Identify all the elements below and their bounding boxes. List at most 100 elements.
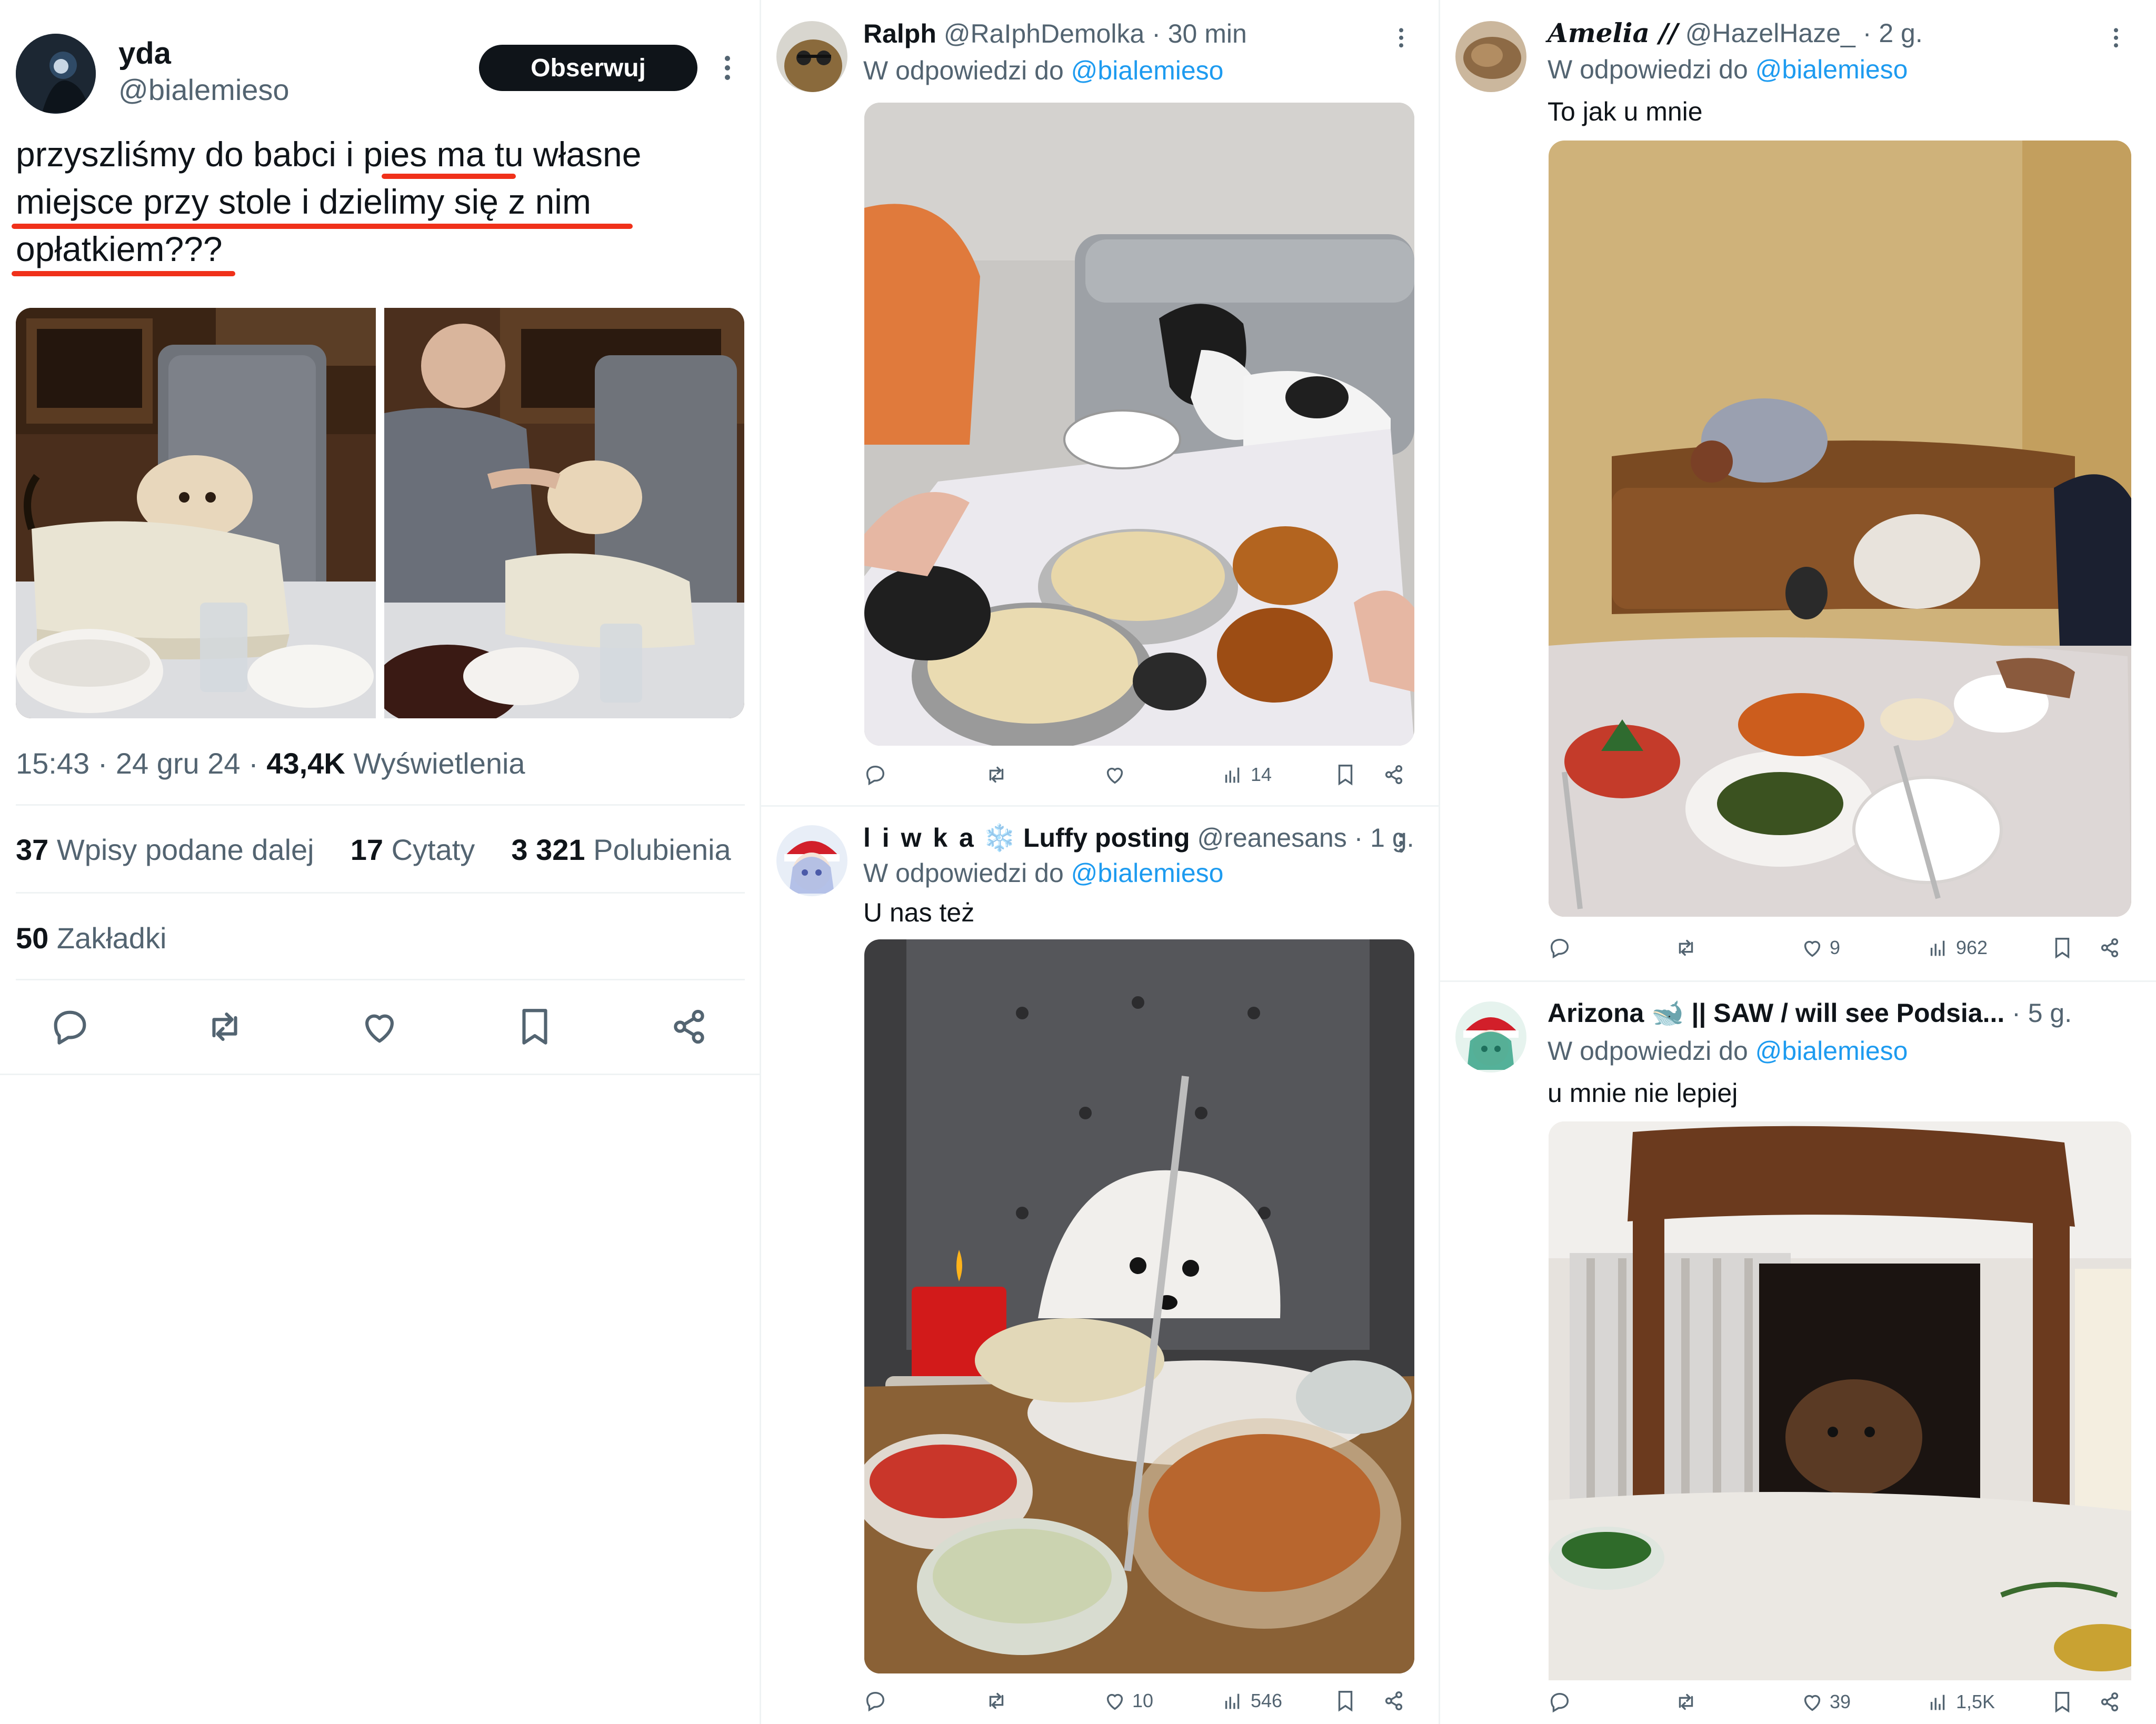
like-icon[interactable] <box>358 1005 401 1048</box>
views-count: 546 <box>1251 1690 1283 1711</box>
main-tweet: yda @bialemieso Obserwuj przyszliśmy do … <box>0 0 761 1724</box>
reply-header: l i w k a ❄️ Luffy posting @reanesans · … <box>863 823 1414 853</box>
follow-button[interactable]: Obserwuj <box>479 45 697 91</box>
bookmark-icon[interactable] <box>1333 1685 1358 1717</box>
divider <box>16 804 745 806</box>
bookmark-icon[interactable] <box>1333 759 1358 790</box>
reply-context: W odpowiedzi do @bialemieso <box>1548 55 1908 84</box>
like-icon[interactable] <box>1103 759 1132 790</box>
snowflake-icon: ❄️ <box>983 823 1016 853</box>
share-icon[interactable] <box>1382 759 1406 790</box>
reply-author-handle[interactable]: @RaIphDemolka <box>944 19 1144 48</box>
views-icon[interactable]: 1,5K <box>1927 1686 1995 1718</box>
divider <box>16 892 745 894</box>
replies-column-3: Amelia // @HazelHaze_ · 2 g. W odpowiedz… <box>1440 0 2156 1724</box>
like-icon[interactable]: 10 <box>1103 1685 1153 1717</box>
reply-text: To jak u mnie <box>1548 97 1703 126</box>
author-name[interactable]: yda <box>118 36 171 71</box>
reply-tweet-arizona[interactable]: Arizona 🐋 || SAW / will see Podsia... · … <box>1440 980 2156 1724</box>
reply-avatar[interactable] <box>776 825 847 896</box>
like-count: 39 <box>1830 1691 1851 1712</box>
tweet-photo-dog-at-table[interactable] <box>16 308 376 718</box>
reply-icon[interactable] <box>1548 932 1572 964</box>
reply-avatar[interactable] <box>776 21 847 92</box>
reply-avatar[interactable] <box>1455 1001 1526 1073</box>
engagement-stats: 37 Wpisy podane dalej 17 Cytaty 3 321 Po… <box>16 833 731 867</box>
reply-to-link[interactable]: @bialemieso <box>1755 1036 1908 1066</box>
bookmarks-stat[interactable]: 50 Zakładki <box>16 921 166 955</box>
reply-author-name[interactable]: l i w k a <box>863 823 976 853</box>
views-label: Wyświetlenia <box>353 747 525 780</box>
views-icon[interactable]: 14 <box>1221 759 1272 790</box>
reply-time[interactable]: 2 g. <box>1879 18 1922 48</box>
more-options-icon[interactable] <box>1398 28 1404 51</box>
reposts-stat[interactable]: 37 Wpisy podane dalej <box>16 833 314 866</box>
reply-to-link[interactable]: @bialemieso <box>1071 56 1224 85</box>
reply-action-bar: 14 <box>863 759 1416 790</box>
reply-action-bar: 10 546 <box>863 1685 1416 1717</box>
share-icon[interactable] <box>2098 932 2122 964</box>
tweet-date[interactable]: 24 gru 24 <box>116 747 241 780</box>
reply-time[interactable]: 5 g. <box>2028 998 2072 1028</box>
reply-header: Arizona 🐋 || SAW / will see Podsia... · … <box>1548 998 2072 1028</box>
more-options-icon[interactable] <box>724 56 731 84</box>
repost-icon[interactable] <box>984 759 1009 790</box>
share-icon[interactable] <box>2098 1686 2122 1718</box>
reply-context: W odpowiedzi do @bialemieso <box>863 56 1224 85</box>
reply-author-name[interactable]: Arizona <box>1548 998 1644 1028</box>
reply-icon[interactable] <box>1548 1686 1572 1718</box>
more-options-icon[interactable] <box>2113 28 2119 51</box>
repost-icon[interactable] <box>984 1685 1009 1717</box>
repost-icon[interactable] <box>1674 932 1698 964</box>
bookmark-icon[interactable] <box>513 1005 556 1048</box>
reply-icon[interactable] <box>863 1685 887 1717</box>
reply-tweet-ralph[interactable]: Ralph @RaIphDemolka · 30 min W odpowiedz… <box>761 0 1440 805</box>
reply-action-bar: 9 962 <box>1548 932 2132 964</box>
reply-text: u mnie nie lepiej <box>1548 1078 1738 1108</box>
reply-tweet-liwka[interactable]: l i w k a ❄️ Luffy posting @reanesans · … <box>761 805 1440 1724</box>
reply-header: Ralph @RaIphDemolka · 30 min <box>863 19 1247 48</box>
reply-context: W odpowiedzi do @bialemieso <box>863 858 1224 888</box>
tweet-text: przyszliśmy do babci i pies ma tu własne… <box>16 131 641 273</box>
reply-avatar[interactable] <box>1455 21 1526 92</box>
reply-header: Amelia // @HazelHaze_ · 2 g. <box>1548 17 1923 48</box>
reply-author-name[interactable]: Amelia // <box>1548 17 1678 48</box>
tweet-time[interactable]: 15:43 <box>16 747 89 780</box>
reply-time[interactable]: 30 min <box>1168 19 1247 48</box>
reply-time[interactable]: 1 g. <box>1370 823 1414 853</box>
reply-author-name-extra: Luffy posting <box>1023 823 1190 853</box>
bookmark-icon[interactable] <box>2050 1686 2074 1718</box>
author-avatar[interactable] <box>16 34 96 114</box>
like-icon[interactable]: 39 <box>1800 1686 1851 1718</box>
reply-author-name[interactable]: Ralph <box>863 19 936 48</box>
like-icon[interactable]: 9 <box>1800 932 1840 964</box>
reply-photo[interactable] <box>864 103 1414 746</box>
reply-photo[interactable] <box>1549 1121 2131 1680</box>
repost-icon[interactable] <box>203 1005 246 1048</box>
reply-text: U nas też <box>863 898 975 927</box>
more-options-icon[interactable] <box>1398 833 1404 856</box>
views-icon[interactable]: 962 <box>1927 932 1988 964</box>
bookmark-icon[interactable] <box>2050 932 2074 964</box>
reply-author-handle[interactable]: @reanesans <box>1197 823 1346 853</box>
reply-icon[interactable] <box>863 759 887 790</box>
reply-author-handle[interactable]: @HazelHaze_ <box>1685 18 1855 48</box>
reply-photo[interactable] <box>864 939 1414 1673</box>
reply-tweet-amelia[interactable]: Amelia // @HazelHaze_ · 2 g. W odpowiedz… <box>1440 0 2156 979</box>
likes-stat[interactable]: 3 321 Polubienia <box>511 833 731 866</box>
tweet-meta: 15:43 · 24 gru 24 · 43,4K Wyświetlenia <box>16 747 525 780</box>
reply-photo[interactable] <box>1549 141 2131 917</box>
quotes-stat[interactable]: 17 Cytaty <box>351 833 475 866</box>
highlight-underline <box>12 271 235 276</box>
repost-icon[interactable] <box>1674 1686 1698 1718</box>
reply-to-link[interactable]: @bialemieso <box>1071 858 1224 888</box>
reply-to-link[interactable]: @bialemieso <box>1755 55 1908 84</box>
views-icon[interactable]: 546 <box>1221 1685 1282 1717</box>
author-handle[interactable]: @bialemieso <box>118 73 290 107</box>
share-icon[interactable] <box>667 1005 711 1048</box>
tweet-photo-grandpa-feeding-dog[interactable] <box>384 308 744 718</box>
share-icon[interactable] <box>1382 1685 1406 1717</box>
divider <box>16 979 745 980</box>
replies-column-2: Ralph @RaIphDemolka · 30 min W odpowiedz… <box>761 0 1440 1724</box>
reply-icon[interactable] <box>48 1005 92 1048</box>
